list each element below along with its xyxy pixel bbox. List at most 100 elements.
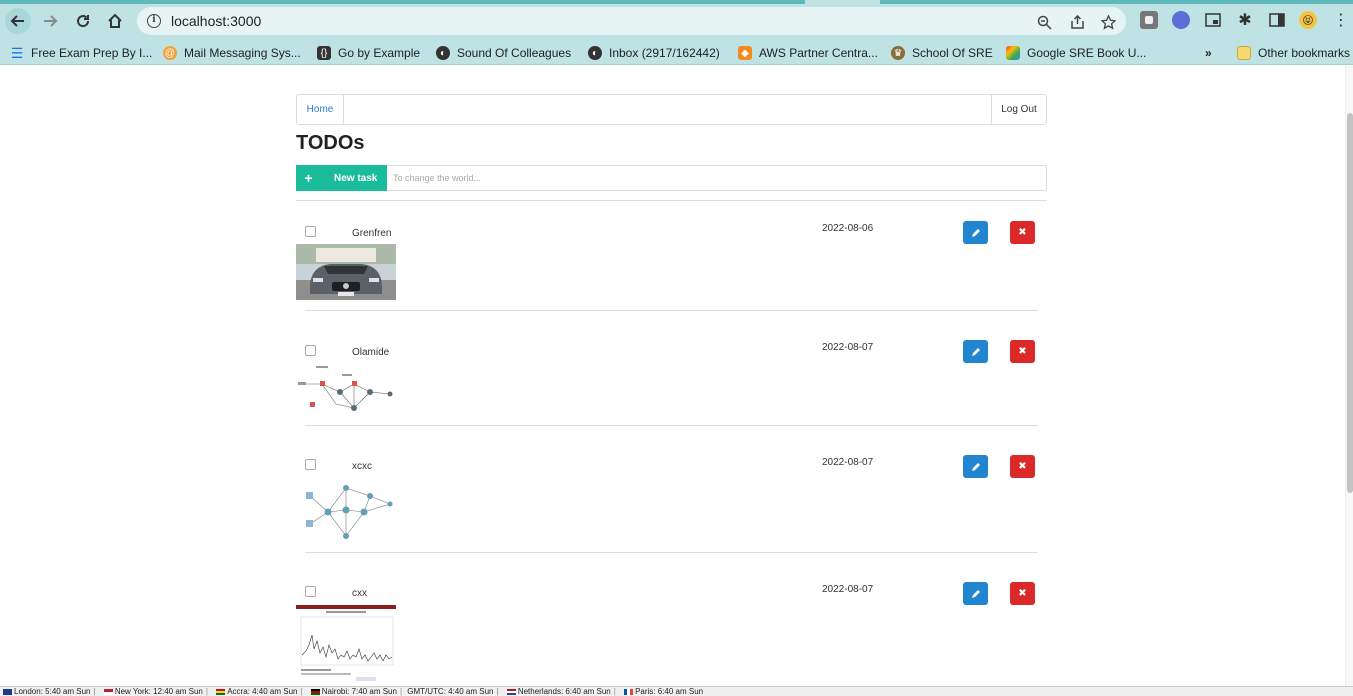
bookmark-label: Mail Messaging Sys... xyxy=(184,46,301,60)
netherlands-flag-icon xyxy=(506,688,516,695)
clock-gmt: GMT/UTC: 4:40 am Sun xyxy=(407,687,494,696)
bookmark-item[interactable]: {} Go by Example xyxy=(317,45,420,61)
edit-button[interactable] xyxy=(963,340,988,363)
clock-netherlands: Netherlands: 6:40 am Sun xyxy=(517,687,611,696)
task-checkbox[interactable] xyxy=(305,226,316,237)
pencil-icon xyxy=(971,228,980,237)
task-image-network-diagram xyxy=(296,364,396,414)
divider xyxy=(305,552,1038,553)
task-date: 2022-08-06 xyxy=(822,223,874,234)
star-icon[interactable] xyxy=(1100,14,1116,30)
clock-accra: Accra: 4:40 am Sun xyxy=(227,687,298,696)
scrollbar-thumb[interactable] xyxy=(1347,113,1353,493)
colorful-icon xyxy=(1006,46,1020,60)
folder-icon xyxy=(1237,46,1251,60)
nav-home-link[interactable]: Home xyxy=(297,95,344,124)
task-image-line-chart xyxy=(296,605,396,686)
kenya-flag-icon xyxy=(310,688,320,695)
task-date: 2022-08-07 xyxy=(822,584,874,595)
forward-icon[interactable] xyxy=(37,8,63,34)
browser-toolbar: i localhost:3000 ✱ 😝 ⋮ xyxy=(0,0,1353,42)
task-image-car xyxy=(296,244,396,300)
bookmark-item[interactable]: @ Mail Messaging Sys... xyxy=(163,45,301,61)
other-bookmarks-label: Other bookmarks xyxy=(1258,46,1351,60)
close-icon: ✖ xyxy=(1018,227,1027,238)
task-checkbox[interactable] xyxy=(305,459,316,470)
edit-button[interactable] xyxy=(963,582,988,605)
clock-paris: Paris: 6:40 am Sun xyxy=(635,687,704,696)
back-icon[interactable] xyxy=(5,8,31,34)
task-checkbox[interactable] xyxy=(305,345,316,356)
delete-button[interactable]: ✖ xyxy=(1010,221,1035,244)
edit-button[interactable] xyxy=(963,221,988,244)
uk-flag-icon xyxy=(3,688,12,695)
side-panel-icon[interactable] xyxy=(1268,11,1286,29)
profile-avatar-icon[interactable]: 😝 xyxy=(1299,11,1317,29)
bookmarks-overflow-button[interactable]: » xyxy=(1205,45,1212,61)
bookmark-label: Go by Example xyxy=(338,46,421,60)
bookmark-item[interactable]: ◐ Sound Of Colleagues xyxy=(436,45,571,61)
bookmark-item[interactable]: ◆ AWS Partner Centra... xyxy=(738,45,878,61)
pencil-icon xyxy=(971,462,980,471)
task-title: Olamide xyxy=(352,347,390,358)
task-image-network-diagram xyxy=(296,480,396,542)
us-flag-icon xyxy=(103,688,113,695)
home-icon[interactable] xyxy=(102,8,128,34)
bookmark-item[interactable]: ◐ Inbox (2917/162442) xyxy=(588,45,720,61)
new-task-label: New task xyxy=(334,172,378,184)
delete-button[interactable]: ✖ xyxy=(1010,455,1035,478)
clock-london: London: 5:40 am Sun xyxy=(14,687,91,696)
share-icon[interactable] xyxy=(1069,14,1085,30)
ghana-flag-icon xyxy=(216,688,226,695)
close-icon: ✖ xyxy=(1018,588,1027,599)
info-icon[interactable]: i xyxy=(147,14,161,28)
zoom-icon[interactable] xyxy=(1036,14,1052,30)
bookmark-item[interactable]: ♛ School Of SRE xyxy=(891,45,993,61)
top-nav: Home Log Out xyxy=(296,94,1047,125)
cube-icon: ◆ xyxy=(738,46,752,60)
bookmark-item[interactable]: Google SRE Book U... xyxy=(1006,45,1146,61)
delete-button[interactable]: ✖ xyxy=(1010,340,1035,363)
globe-icon: ◐ xyxy=(436,46,450,60)
divider xyxy=(305,310,1038,311)
puzzle-icon[interactable]: ✱ xyxy=(1236,11,1254,29)
task-title: cxx xyxy=(352,588,367,599)
france-flag-icon xyxy=(624,688,634,695)
close-icon: ✖ xyxy=(1018,461,1027,472)
bookmark-item[interactable]: ☰ Free Exam Prep By I... xyxy=(10,44,153,61)
extension-square-icon[interactable] xyxy=(1140,11,1158,29)
bookmark-label: Google SRE Book U... xyxy=(1027,46,1147,60)
clock-new-york: New York: 12:40 am Sun xyxy=(114,687,203,696)
tab-strip xyxy=(0,0,1353,4)
page-title: TODOs xyxy=(296,132,365,154)
logout-button[interactable]: Log Out xyxy=(991,95,1046,124)
task-date: 2022-08-07 xyxy=(822,457,874,468)
bookmark-label: Sound Of Colleagues xyxy=(457,46,572,60)
pencil-icon xyxy=(971,589,980,598)
url-text[interactable]: localhost:3000 xyxy=(171,13,261,29)
bookmarks-bar: ☰ Free Exam Prep By I... @ Mail Messagin… xyxy=(0,42,1353,64)
edit-button[interactable] xyxy=(963,455,988,478)
list-icon: ☰ xyxy=(10,44,24,61)
reload-icon[interactable] xyxy=(70,8,96,34)
new-task-form: + New task xyxy=(296,165,1047,191)
task-checkbox[interactable] xyxy=(305,586,316,597)
picture-in-picture-icon[interactable] xyxy=(1204,11,1222,29)
page-scrollbar[interactable] xyxy=(1345,65,1353,686)
bookmark-label: Free Exam Prep By I... xyxy=(31,46,153,60)
delete-button[interactable]: ✖ xyxy=(1010,582,1035,605)
new-task-button[interactable]: + New task xyxy=(296,165,387,191)
new-task-input[interactable] xyxy=(393,170,1033,186)
extension-globe-icon[interactable] xyxy=(1172,11,1190,29)
mail-icon: @ xyxy=(163,46,177,60)
code-icon: {} xyxy=(317,46,331,60)
bookmark-label: Inbox (2917/162442) xyxy=(609,46,720,60)
divider xyxy=(296,200,1047,201)
menu-kebab-icon[interactable]: ⋮ xyxy=(1332,11,1350,29)
divider xyxy=(0,64,1353,65)
bookmark-label: AWS Partner Centra... xyxy=(759,46,878,60)
address-bar[interactable]: i localhost:3000 xyxy=(137,7,1126,35)
task-title: Grenfren xyxy=(352,228,392,239)
other-bookmarks[interactable]: Other bookmarks xyxy=(1237,45,1350,61)
close-icon: ✖ xyxy=(1018,346,1027,357)
